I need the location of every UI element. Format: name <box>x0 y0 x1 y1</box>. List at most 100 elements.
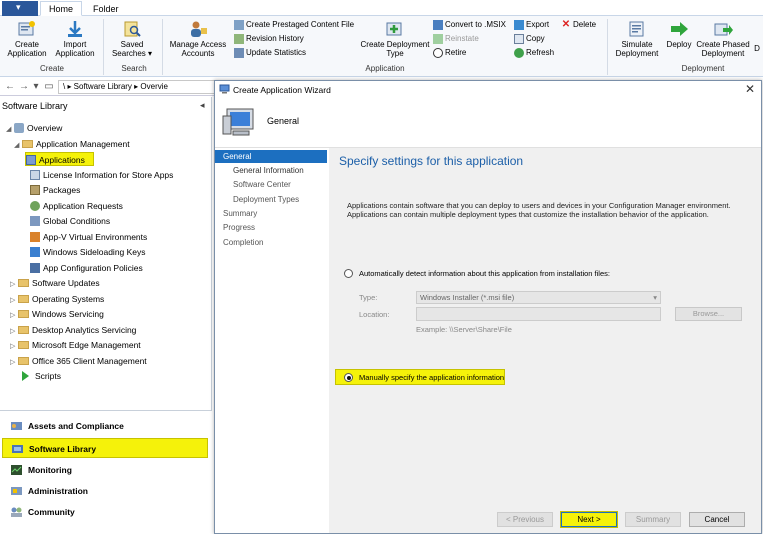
app-menu-button[interactable]: ▾ <box>2 1 38 16</box>
policy-icon <box>30 263 40 273</box>
retire-icon <box>433 47 443 58</box>
browse-button[interactable]: Browse... <box>675 307 742 321</box>
users-icon <box>191 21 207 37</box>
group-separator <box>103 19 104 75</box>
revision-history-button[interactable]: Revision History <box>234 33 304 45</box>
saved-search-icon <box>124 21 141 37</box>
convert-msix-button[interactable]: Convert to .MSIX <box>433 19 506 31</box>
collapse-pane-icon[interactable]: ◂ <box>200 100 205 111</box>
tree-item-scripts[interactable]: Scripts <box>22 369 61 383</box>
tree-item-global-conditions[interactable]: Global Conditions <box>30 214 110 228</box>
folder-icon <box>18 310 29 318</box>
workspace-software-library[interactable]: Software Library <box>2 438 208 458</box>
convert-msix-label: Convert to .MSIX <box>445 20 506 29</box>
tree-item-operating-systems[interactable]: ▷ Operating Systems <box>10 292 104 306</box>
copy-icon <box>514 33 524 44</box>
folder-icon <box>18 341 29 349</box>
up-folder-icon[interactable]: ▭ <box>42 80 56 93</box>
workspace-monitoring[interactable]: Monitoring <box>2 460 208 480</box>
saved-searches-button[interactable]: Saved Searches ▾ <box>110 20 154 58</box>
breadcrumb[interactable]: \ ▸ Software Library ▸ Overvie <box>58 80 215 94</box>
ribbon: Create Application Import Application Cr… <box>0 16 763 77</box>
tree-item-software-updates[interactable]: ▷ Software Updates <box>10 276 100 290</box>
statistics-icon <box>234 47 244 58</box>
workspace-assets-compliance[interactable]: Assets and Compliance <box>2 416 208 436</box>
simulate-deployment-button[interactable]: Simulate Deployment <box>612 20 662 58</box>
tree-item-applications[interactable]: Applications <box>25 152 94 166</box>
manual-specify-label: Manually specify the application informa… <box>359 373 505 382</box>
create-prestaged-button[interactable]: Create Prestaged Content File <box>234 19 354 31</box>
tree-item-edge-management[interactable]: ▷ Microsoft Edge Management <box>10 338 141 352</box>
back-arrow-icon[interactable]: ← <box>4 80 16 93</box>
reinstate-button[interactable]: Reinstate <box>433 33 479 45</box>
create-deployment-type-button[interactable]: Create Deployment Type <box>360 20 430 58</box>
retire-button[interactable]: Retire <box>433 47 466 59</box>
wizard-header: General <box>215 98 761 148</box>
group-label-search: Search <box>121 64 147 73</box>
tree-item-office365[interactable]: ▷ Office 365 Client Management <box>10 354 147 368</box>
step-progress: Progress <box>223 223 256 232</box>
step-summary: Summary <box>223 209 258 218</box>
delete-button[interactable]: ✕ Delete <box>561 19 596 31</box>
step-completion: Completion <box>223 238 264 247</box>
tree-item-sideloading-keys[interactable]: Windows Sideloading Keys <box>30 245 146 259</box>
refresh-button[interactable]: Refresh <box>514 47 554 59</box>
computer-icon <box>222 108 254 136</box>
manual-specify-radio[interactable] <box>344 373 353 382</box>
overview-icon <box>14 123 24 133</box>
tab-home[interactable]: Home <box>40 1 83 16</box>
history-dropdown-icon[interactable]: ▾ <box>30 80 42 93</box>
create-application-wizard: Create Application Wizard ✕ General Gene… <box>214 80 762 534</box>
cancel-button[interactable]: Cancel <box>689 512 745 527</box>
manage-access-accounts-button[interactable]: Manage Access Accounts <box>168 20 228 58</box>
tree-item-label: Office 365 Client Management <box>32 356 147 366</box>
create-application-button[interactable]: Create Application <box>4 20 50 58</box>
collapsed-icon: ▷ <box>10 297 16 304</box>
conditions-icon <box>30 216 40 226</box>
tree-item-label: App Configuration Policies <box>43 263 143 273</box>
workspace-administration[interactable]: Administration <box>2 481 208 501</box>
forward-arrow-icon[interactable]: → <box>18 80 30 93</box>
summary-button[interactable]: Summary <box>625 512 681 527</box>
saved-searches-label: Saved Searches ▾ <box>111 40 153 58</box>
previous-button[interactable]: < Previous <box>497 512 553 527</box>
wizard-page-title: General <box>267 116 300 126</box>
tree-item-overview[interactable]: ◢ Overview <box>6 121 62 135</box>
copy-button[interactable]: Copy <box>514 33 545 45</box>
truncated-label: D <box>754 44 760 53</box>
tree-item-label: Application Requests <box>43 201 123 211</box>
truncated-ribbon-button[interactable]: D <box>752 44 762 53</box>
type-dropdown[interactable]: Windows Installer (*.msi file) ▾ <box>416 291 661 304</box>
create-phased-deployment-button[interactable]: Create Phased Deployment <box>696 20 750 58</box>
export-button[interactable]: Export <box>514 19 549 31</box>
software-library-icon <box>12 445 23 453</box>
location-example: Example: \\Server\Share\File <box>416 325 512 334</box>
location-field[interactable] <box>416 307 661 321</box>
refresh-label: Refresh <box>526 48 555 57</box>
tree-item-app-config-policies[interactable]: App Configuration Policies <box>30 261 143 275</box>
workspace-community[interactable]: Community <box>2 502 208 522</box>
delete-label: Delete <box>573 20 597 29</box>
next-button[interactable]: Next > <box>560 511 618 528</box>
deploy-button[interactable]: Deploy <box>664 20 694 49</box>
update-statistics-button[interactable]: Update Statistics <box>234 47 306 59</box>
tree-item-label: App-V Virtual Environments <box>43 232 148 242</box>
workspace-label: Community <box>28 507 75 517</box>
tree-item-license-information[interactable]: License Information for Store Apps <box>30 168 173 182</box>
create-deployment-type-label: Create Deployment Type <box>360 40 430 58</box>
step-general-information: General Information <box>233 166 304 175</box>
tree-item-windows-servicing[interactable]: ▷ Windows Servicing <box>10 307 104 321</box>
tree-item-packages[interactable]: Packages <box>30 183 80 197</box>
tree-item-desktop-analytics[interactable]: ▷ Desktop Analytics Servicing <box>10 323 136 337</box>
tab-folder[interactable]: Folder <box>84 1 128 16</box>
collapsed-icon: ▷ <box>10 281 16 288</box>
close-icon[interactable]: ✕ <box>745 82 755 96</box>
tree-item-application-management[interactable]: ◢ Application Management <box>14 137 130 151</box>
tree-item-appv-environments[interactable]: App-V Virtual Environments <box>30 230 147 244</box>
simulate-icon <box>629 21 644 37</box>
tree-item-application-requests[interactable]: Application Requests <box>30 199 123 213</box>
auto-detect-radio[interactable] <box>344 269 353 278</box>
tree-item-label: Applications <box>39 155 85 165</box>
type-value: Windows Installer (*.msi file) <box>420 293 515 302</box>
import-application-button[interactable]: Import Application <box>52 20 98 58</box>
